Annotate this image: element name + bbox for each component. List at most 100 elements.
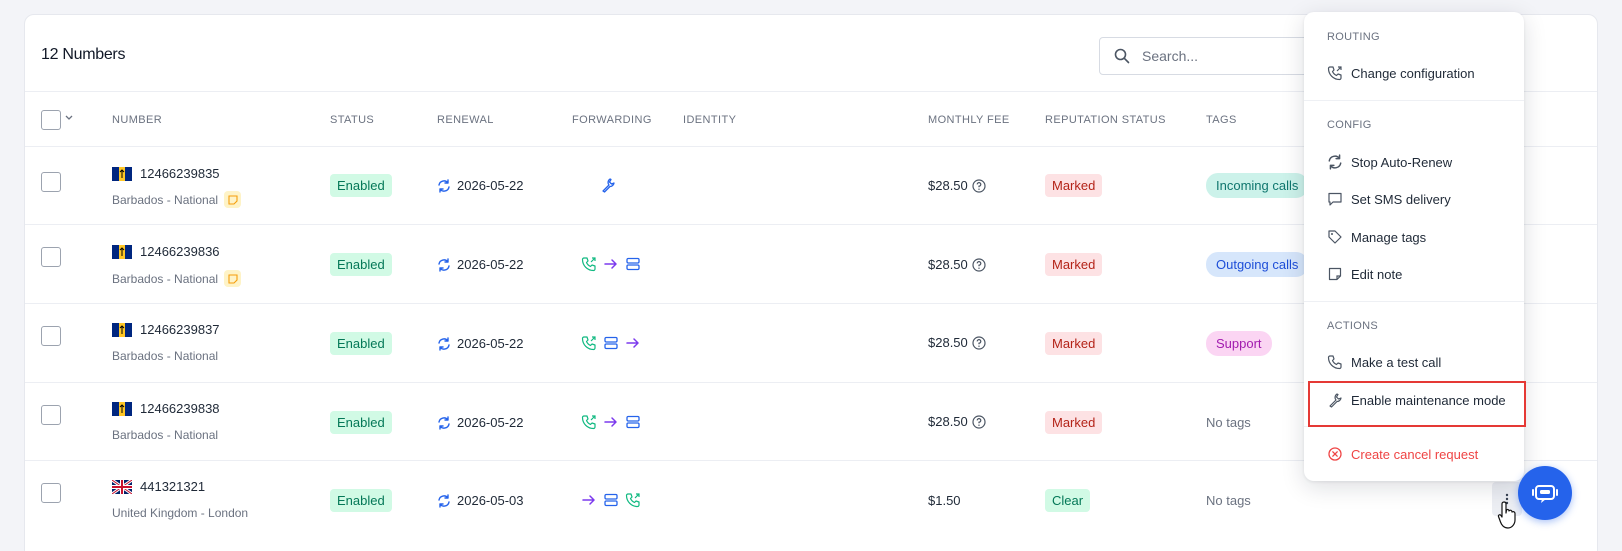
column-forwarding[interactable]: FORWARDING (572, 114, 652, 126)
column-reputation-status[interactable]: REPUTATION STATUS (1045, 114, 1166, 126)
tag-chip[interactable]: Outgoing calls (1206, 252, 1309, 277)
select-all-checkbox[interactable] (41, 110, 61, 130)
column-renewal[interactable]: RENEWAL (437, 114, 494, 126)
menu-item-stop-auto-renew[interactable]: Stop Auto-Renew (1327, 154, 1452, 170)
status-badge: Enabled (330, 411, 392, 434)
search-box[interactable] (1099, 37, 1311, 75)
server-icon (603, 335, 619, 351)
wrench-icon (600, 177, 616, 193)
row-checkbox[interactable] (41, 326, 61, 346)
menu-item-label: Set SMS delivery (1351, 191, 1451, 207)
number-location: Barbados - National (112, 192, 219, 207)
phone-number[interactable]: 12466239838 (140, 401, 220, 416)
no-tags-label: No tags (1206, 493, 1251, 508)
reputation-badge: Marked (1045, 174, 1103, 197)
phone-number[interactable]: 441321321 (140, 479, 205, 494)
note-icon[interactable] (224, 270, 242, 287)
column-tags[interactable]: TAGS (1206, 114, 1237, 126)
reputation-badge: Marked (1045, 332, 1103, 355)
phone-number[interactable]: 12466239835 (140, 166, 220, 181)
reputation-badge: Marked (1045, 411, 1103, 434)
renewal-date: 2026-05-22 (457, 257, 524, 272)
menu-item-label: Change configuration (1351, 65, 1475, 81)
auto-renew-icon (437, 257, 451, 272)
phone-number[interactable]: 12466239837 (140, 322, 220, 337)
arrow-right-icon (603, 414, 619, 430)
monthly-fee: $28.50 (928, 178, 968, 193)
number-location: Barbados - National (112, 349, 219, 363)
row-checkbox[interactable] (41, 247, 61, 267)
renewal-date: 2026-05-22 (457, 415, 524, 430)
help-icon[interactable] (972, 335, 986, 350)
column-monthly-fee[interactable]: MONTHLY FEE (928, 114, 1010, 126)
chatbot-icon (1532, 481, 1558, 505)
search-icon (1114, 48, 1130, 64)
phone-forward-icon (581, 335, 597, 351)
highlight-box (1308, 381, 1526, 427)
phone-number[interactable]: 12466239836 (140, 244, 220, 259)
column-number[interactable]: NUMBER (112, 114, 162, 126)
auto-renew-icon (437, 336, 451, 351)
note-icon[interactable] (224, 191, 242, 208)
chat-support-button[interactable] (1518, 466, 1572, 520)
menu-item-create-cancel-request[interactable]: Create cancel request (1327, 446, 1478, 462)
menu-section-config: CONFIG (1327, 119, 1372, 131)
uk-flag-icon (112, 479, 132, 494)
tag-chip[interactable]: Support (1206, 331, 1272, 356)
renewal-date: 2026-05-03 (457, 493, 524, 508)
note-icon (1327, 266, 1343, 282)
column-status[interactable]: STATUS (330, 114, 374, 126)
arrow-right-icon (603, 256, 619, 272)
server-icon (603, 492, 619, 508)
monthly-fee: $28.50 (928, 335, 968, 350)
tag-icon (1327, 229, 1343, 245)
column-identity[interactable]: IDENTITY (683, 114, 736, 126)
menu-item-edit-note[interactable]: Edit note (1327, 266, 1402, 282)
number-location: Barbados - National (112, 271, 219, 286)
row-checkbox[interactable] (41, 172, 61, 192)
help-icon[interactable] (972, 257, 986, 272)
search-input[interactable] (1142, 48, 1292, 64)
help-icon[interactable] (972, 414, 986, 429)
reputation-badge: Marked (1045, 253, 1103, 276)
renewal-date: 2026-05-22 (457, 178, 524, 193)
help-icon[interactable] (972, 178, 986, 193)
row-checkbox[interactable] (41, 483, 61, 503)
monthly-fee: $1.50 (928, 493, 961, 508)
no-tags-label: No tags (1206, 415, 1251, 430)
phone-forward-icon (581, 414, 597, 430)
page-title: 12 Numbers (41, 46, 126, 63)
menu-item-change-configuration[interactable]: Change configuration (1327, 65, 1475, 81)
status-badge: Enabled (330, 489, 392, 512)
auto-renew-icon (1327, 154, 1343, 170)
status-badge: Enabled (330, 332, 392, 355)
menu-section-actions: ACTIONS (1327, 320, 1378, 332)
menu-item-set-sms-delivery[interactable]: Set SMS delivery (1327, 191, 1451, 207)
barbados-flag-icon (112, 322, 132, 337)
number-location: United Kingdom - London (112, 506, 249, 520)
status-badge: Enabled (330, 253, 392, 276)
monthly-fee: $28.50 (928, 257, 968, 272)
barbados-flag-icon (112, 401, 132, 416)
arrow-right-icon (625, 335, 641, 351)
reputation-badge: Clear (1045, 489, 1091, 512)
phone-forward-icon (625, 492, 641, 508)
phone-config-icon (1327, 65, 1343, 81)
menu-item-make-test-call[interactable]: Make a test call (1327, 354, 1441, 370)
menu-item-label: Manage tags (1351, 229, 1427, 245)
auto-renew-icon (437, 178, 451, 193)
menu-item-label: Create cancel request (1351, 446, 1479, 462)
number-location: Barbados - National (112, 428, 219, 442)
menu-item-manage-tags[interactable]: Manage tags (1327, 229, 1426, 245)
renewal-date: 2026-05-22 (457, 336, 524, 351)
menu-item-label: Make a test call (1351, 354, 1442, 370)
select-all-chevron-icon[interactable] (65, 115, 73, 121)
menu-section-routing: ROUTING (1327, 31, 1380, 43)
menu-divider (1304, 301, 1524, 302)
auto-renew-icon (437, 493, 451, 508)
cancel-circle-icon (1327, 446, 1343, 462)
server-icon (625, 256, 641, 272)
tag-chip[interactable]: Incoming calls (1206, 173, 1309, 198)
hand-cursor-icon (1496, 500, 1520, 530)
row-checkbox[interactable] (41, 405, 61, 425)
